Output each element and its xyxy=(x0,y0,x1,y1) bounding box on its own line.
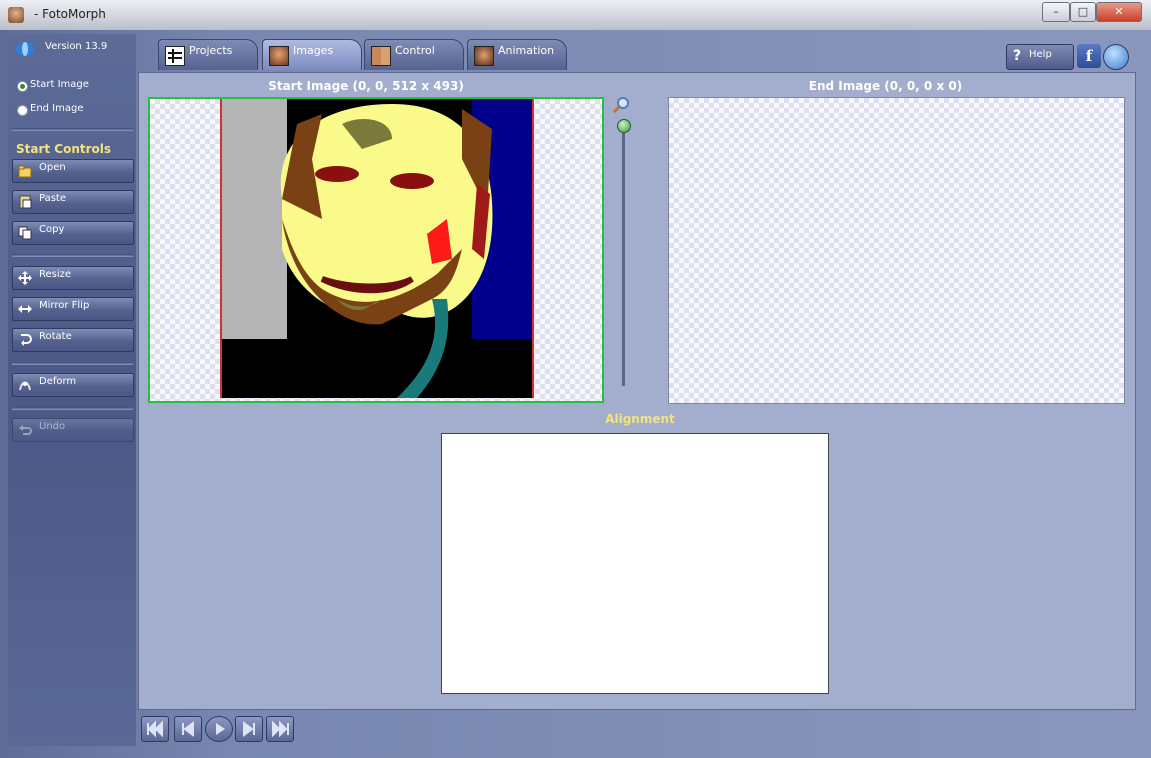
faces-grid-icon xyxy=(371,46,391,66)
play-button[interactable] xyxy=(205,716,233,742)
start-image-radio[interactable] xyxy=(17,81,28,92)
tab-images[interactable]: Images xyxy=(262,39,362,70)
first-frame-button[interactable] xyxy=(141,716,169,742)
paste-button[interactable]: Paste xyxy=(12,190,134,214)
play-icon xyxy=(216,723,225,735)
open-button[interactable]: Open xyxy=(12,159,134,183)
last-frame-button[interactable] xyxy=(266,716,294,742)
maximize-button[interactable]: □ xyxy=(1070,2,1096,22)
copy-icon xyxy=(18,226,32,240)
window-title: - FotoMorph xyxy=(34,7,106,21)
deform-icon xyxy=(18,378,32,392)
end-image-radio[interactable] xyxy=(17,105,28,116)
start-image-photo[interactable] xyxy=(220,99,534,398)
grid-icon xyxy=(165,46,185,66)
help-button[interactable]: ? Help xyxy=(1006,44,1074,70)
skip-first-icon xyxy=(147,720,163,738)
facebook-icon[interactable]: f xyxy=(1077,44,1101,68)
skip-last-icon xyxy=(272,720,289,738)
title-bar xyxy=(0,0,1151,31)
question-icon: ? xyxy=(1013,48,1022,64)
start-image-title: Start Image (0, 0, 512 x 493) xyxy=(268,79,464,93)
step-back-icon xyxy=(182,721,194,737)
resize-button[interactable]: Resize xyxy=(12,266,134,290)
end-image-radio-label[interactable]: End Image xyxy=(30,103,84,114)
divider xyxy=(12,128,133,131)
next-frame-button[interactable] xyxy=(235,716,263,742)
start-controls-heading: Start Controls xyxy=(16,142,112,156)
undo-button[interactable]: Undo xyxy=(12,418,134,442)
minimize-button[interactable]: – xyxy=(1042,2,1070,22)
tab-control[interactable]: Control xyxy=(364,39,464,70)
close-button[interactable]: ✕ xyxy=(1096,2,1142,22)
portrait-icon xyxy=(269,46,289,66)
divider xyxy=(12,254,133,257)
film-face-icon xyxy=(474,46,494,66)
undo-icon xyxy=(18,423,32,437)
zoom-icon[interactable] xyxy=(612,96,630,114)
zoom-slider-track[interactable] xyxy=(622,124,625,386)
fotomorph-logo-icon xyxy=(14,40,36,58)
folder-icon xyxy=(18,164,32,178)
globe-icon[interactable] xyxy=(1103,44,1129,70)
start-image-radio-label[interactable]: Start Image xyxy=(30,79,89,90)
rotate-button[interactable]: Rotate xyxy=(12,328,134,352)
move-arrows-icon xyxy=(18,271,32,285)
app-icon xyxy=(8,7,24,23)
end-image-canvas[interactable] xyxy=(668,97,1125,404)
end-image-title: End Image (0, 0, 0 x 0) xyxy=(808,79,963,93)
version-label: Version 13.9 xyxy=(45,41,108,52)
alignment-canvas[interactable] xyxy=(441,433,829,694)
divider xyxy=(12,362,133,365)
tab-animation[interactable]: Animation xyxy=(467,39,567,70)
alignment-title: Alignment xyxy=(605,412,675,426)
mirror-flip-button[interactable]: Mirror Flip xyxy=(12,297,134,321)
previous-frame-button[interactable] xyxy=(174,716,202,742)
divider xyxy=(12,407,133,410)
rotate-icon xyxy=(18,333,32,347)
step-forward-icon xyxy=(243,721,255,737)
zoom-slider-handle[interactable] xyxy=(617,119,631,133)
copy-button[interactable]: Copy xyxy=(12,221,134,245)
deform-button[interactable]: Deform xyxy=(12,373,134,397)
clipboard-icon xyxy=(18,195,32,209)
horizontal-arrows-icon xyxy=(18,302,32,316)
tab-projects[interactable]: Projects xyxy=(158,39,258,70)
